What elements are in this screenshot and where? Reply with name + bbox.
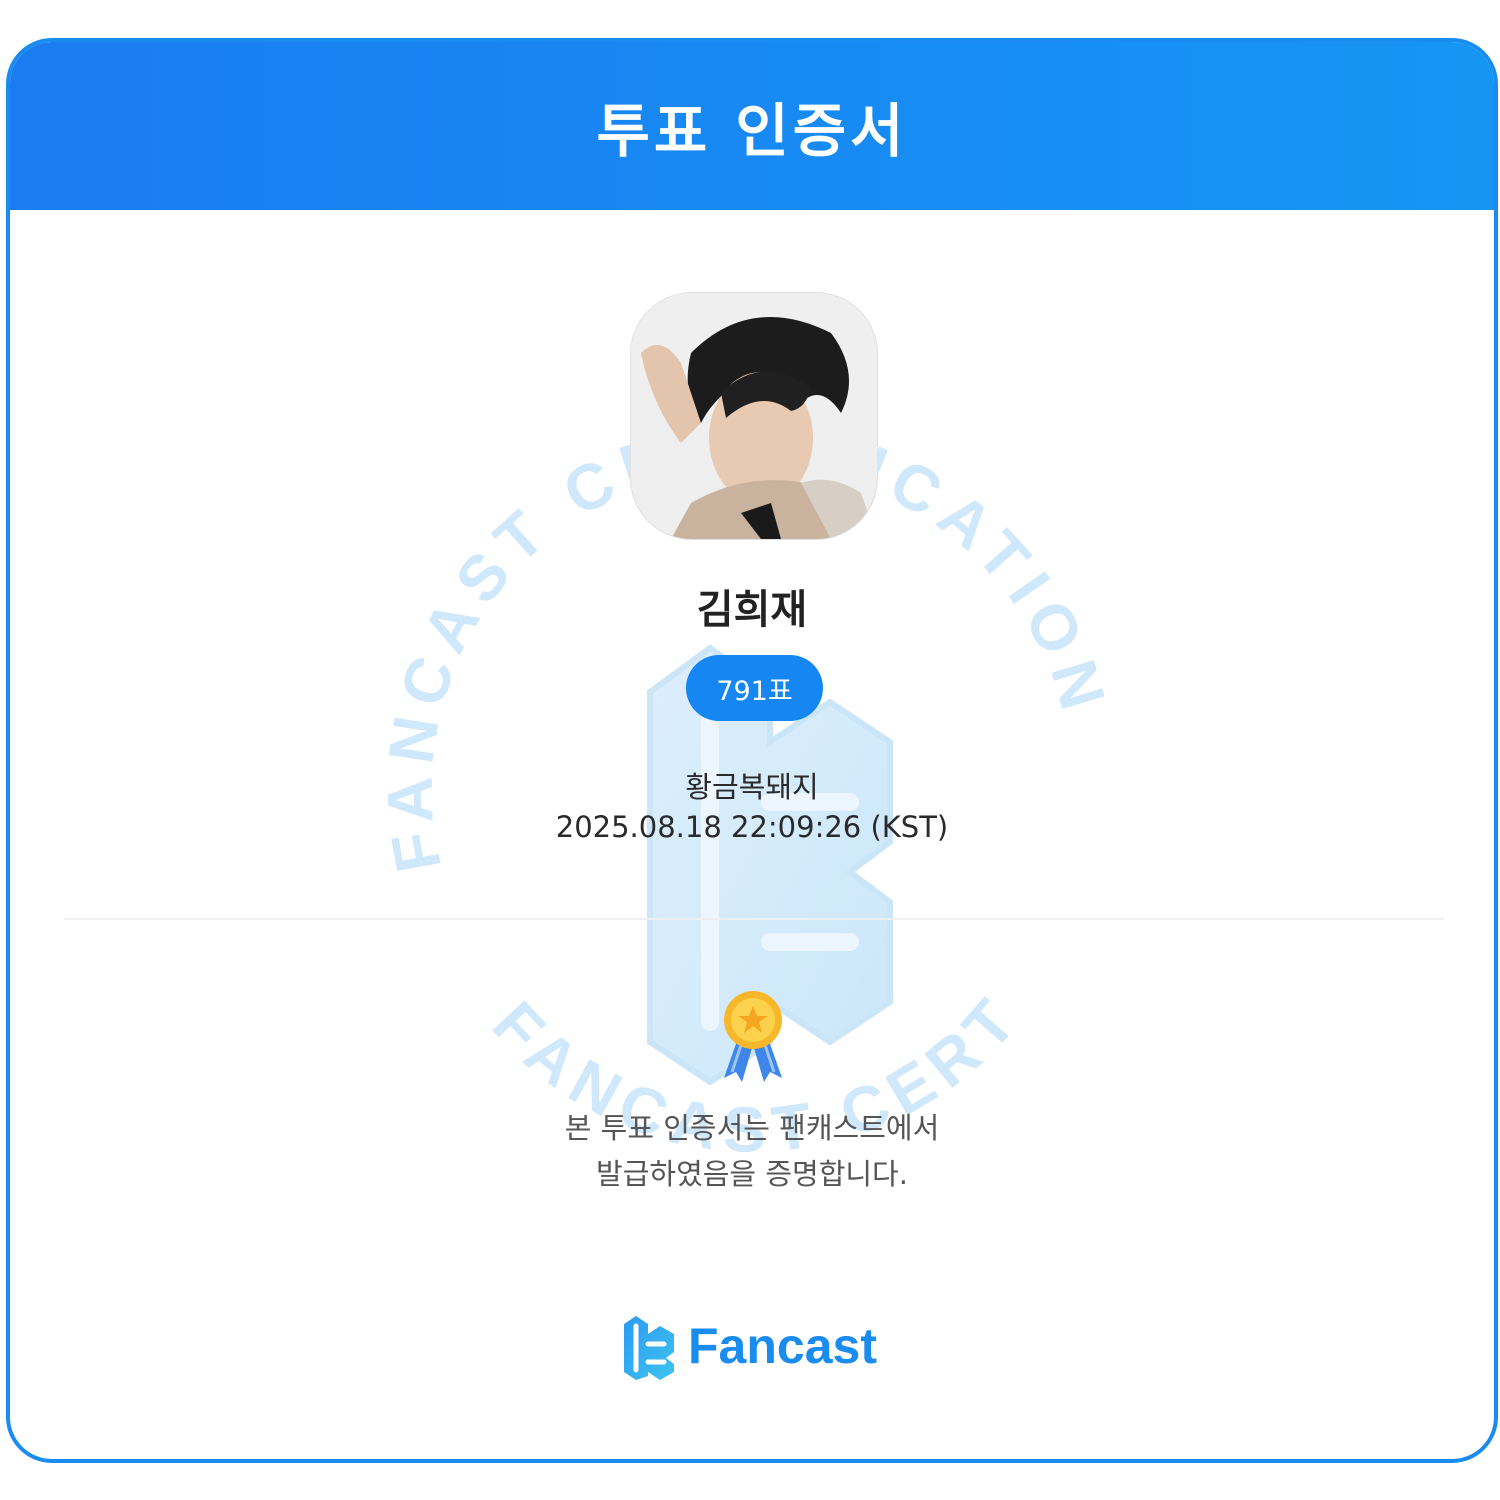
- certificate-line-2: 발급하였음을 증명합니다.: [596, 1157, 908, 1191]
- fancast-logo: Fancast: [620, 1310, 877, 1382]
- artist-name: 김희재: [696, 587, 808, 633]
- medal-icon: [724, 991, 782, 1082]
- artist-avatar: [630, 292, 878, 540]
- voter-nickname: 황금복돼지: [685, 770, 819, 804]
- divider: [64, 918, 1444, 920]
- header-bar: 투표 인증서: [10, 42, 1494, 210]
- vote-datetime: 2025.08.18 22:09:26 (KST): [555, 810, 949, 844]
- artist-photo: [631, 293, 877, 539]
- certificate-card: 투표 인증서 FANCAST CERTIFICATION FANCAST CER…: [6, 38, 1498, 1463]
- certificate-line-1: 본 투표 인증서는 팬캐스트에서: [564, 1111, 940, 1145]
- fancast-logo-icon: [624, 1316, 674, 1380]
- fancast-wordmark: Fancast: [688, 1318, 877, 1374]
- certificate-statement: 본 투표 인증서는 팬캐스트에서 발급하였음을 증명합니다.: [10, 1105, 1494, 1197]
- certification-watermark: FANCAST CERTIFICATION FANCAST CERTIFICAT…: [10, 42, 1112, 1166]
- page-title: 투표 인증서: [596, 97, 908, 165]
- vote-count-badge: 791표: [686, 655, 823, 721]
